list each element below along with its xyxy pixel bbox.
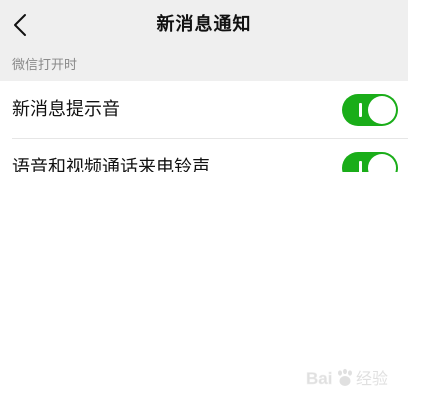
section-header: 微信打开时 [0,50,408,81]
call-ringtone-toggle[interactable] [342,152,398,172]
toggle-knob [368,154,396,172]
page-title: 新消息通知 [156,14,252,35]
message-sound-toggle[interactable] [342,94,398,126]
svg-text:经验: 经验 [356,370,388,388]
setting-label-call-ringtone: 语音和视频通话来电铃声 [12,157,210,172]
notification-settings-screen: 新消息通知 微信打开时 新消息提示音 语音和视频通话来电铃声 [0,0,408,172]
toggle-knob [368,96,396,124]
chevron-left-icon [14,14,26,36]
setting-row-call-ringtone[interactable]: 语音和视频通话来电铃声 [0,139,408,172]
baidu-jingyan-logo: Bai 经验 [306,369,388,389]
nav-bar: 新消息通知 [0,0,408,50]
svg-text:Bai: Bai [306,369,332,388]
setting-row-message-sound[interactable]: 新消息提示音 [0,81,408,139]
back-button[interactable] [2,6,38,44]
toggle-on-mark [359,161,362,172]
section-header-label: 微信打开时 [12,58,78,73]
setting-label-message-sound: 新消息提示音 [12,99,120,120]
toggle-on-mark [359,103,362,117]
baidu-jingyan-watermark: Bai 经验 [306,365,402,391]
